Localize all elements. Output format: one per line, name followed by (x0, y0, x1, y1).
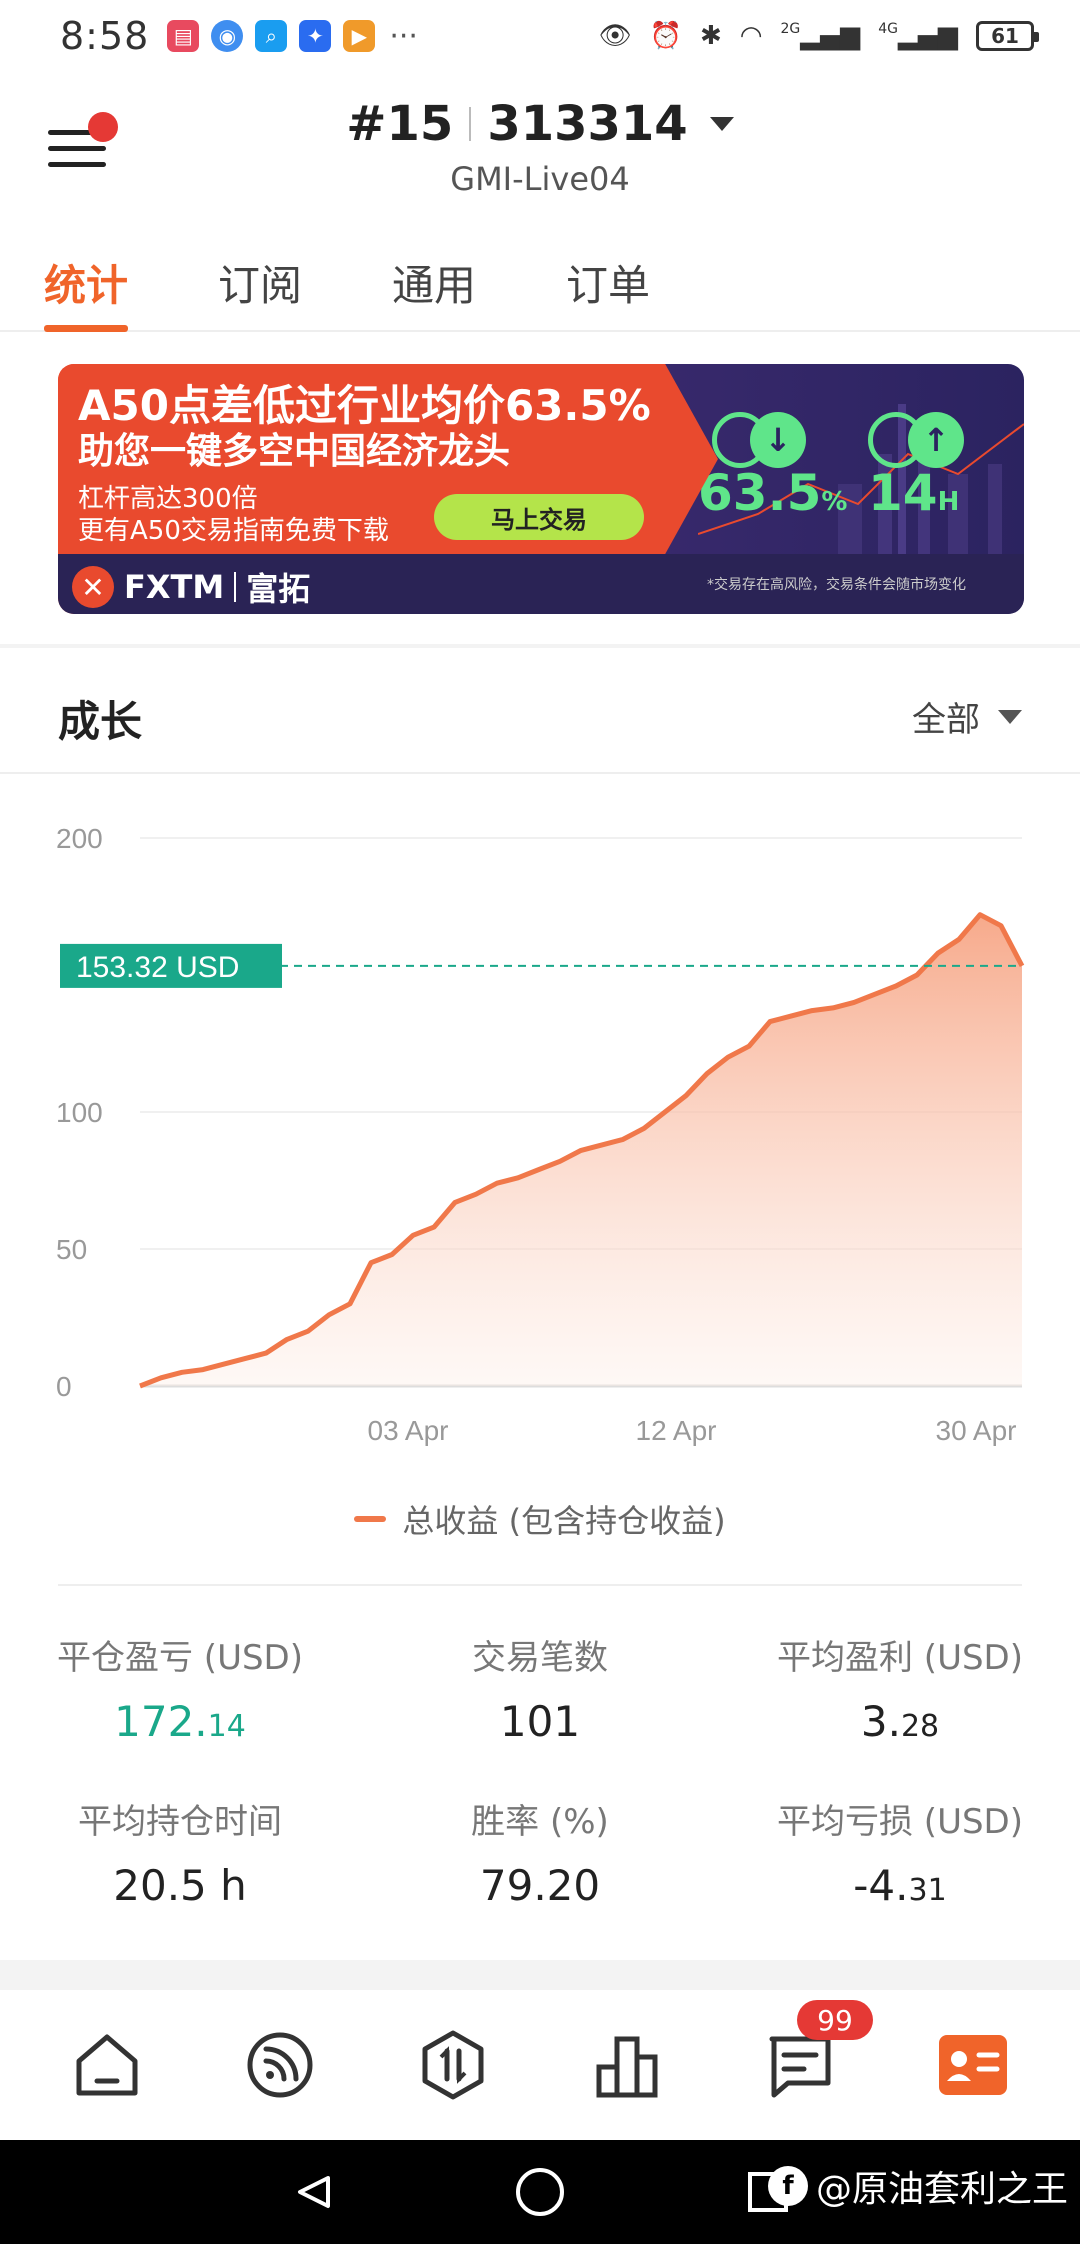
browser-app-icon: ◉ (211, 20, 244, 52)
signal-2g-icon: 2G▂▄▆ (780, 21, 861, 51)
wifi-icon: ◠ (739, 21, 763, 51)
unread-badge: 99 (796, 2000, 873, 2040)
fxtm-x-icon: ✕ (72, 566, 114, 608)
nav-messages[interactable]: 99 (755, 2000, 873, 2110)
feed-icon (247, 2032, 313, 2098)
watermark: f @原油套利之王 (767, 2160, 1068, 2212)
y-tick-label: 100 (56, 1097, 103, 1128)
stat-label: 胜率 (%) (471, 1802, 609, 1842)
notification-icons: ▤ ◉ ⌕ ✦ ▶ (167, 20, 376, 52)
stat-avg-profit: 平均盈利 (USD) 3.28 (720, 1630, 1080, 1746)
legend-label: 总收益 (包含持仓收益) (402, 1502, 726, 1540)
nav-ranking[interactable] (582, 2020, 672, 2110)
system-nav-bar: f @原油套利之王 (0, 2140, 1080, 2244)
stat-closed-pnl: 平仓盈亏 (USD) 172.14 (0, 1630, 360, 1746)
period-filter-label: 全部 (912, 700, 980, 740)
nav-feed[interactable] (235, 2020, 325, 2110)
book-app-icon: ▤ (167, 20, 200, 52)
search-app-icon: ⌕ (255, 20, 288, 52)
stat-label: 平均持仓时间 (78, 1802, 282, 1842)
stat-trade-count: 交易笔数 101 (360, 1630, 720, 1746)
x-tick-label: 30 Apr (936, 1415, 1017, 1446)
home-circle-icon[interactable] (516, 2168, 564, 2216)
ad-banner[interactable]: ↓ ↑ 63.5% 14H A50点差低过行业均价63.5% 助您一键多空中国经… (58, 364, 1024, 614)
signal-4g-icon: 4G▂▄▆ (878, 21, 958, 51)
section-divider (0, 644, 1080, 648)
stat-value: 101 (499, 1697, 581, 1746)
app-header: #15 313314 GMI-Live04 (0, 72, 1080, 212)
arrow-down-icon: ↓ (750, 412, 806, 468)
banner-text-panel: A50点差低过行业均价63.5% 助您一键多空中国经济龙头 杠杆高达300倍 更… (58, 364, 718, 554)
current-value-label: 153.32 USD (76, 951, 239, 984)
battery-icon: 61 (976, 21, 1039, 51)
tab-orders[interactable]: 订单 (566, 232, 650, 332)
stat-value: 172.14 (114, 1697, 246, 1746)
divider (0, 772, 1080, 774)
system-icons: 👁 ⏰ ✱ ◠ 2G▂▄▆ 4G▂▄▆ 61 (598, 21, 1039, 51)
period-filter[interactable]: 全部 (912, 692, 1022, 741)
banner-disclaimer: *交易存在高风险，交易条件会随市场变化 (707, 577, 966, 593)
section-divider (0, 1960, 1080, 1990)
stat-value: 3.28 (860, 1697, 940, 1746)
stat-win-rate: 胜率 (%) 79.20 (360, 1794, 720, 1910)
account-selector[interactable]: #15 313314 GMI-Live04 (0, 96, 1080, 198)
bluetooth-icon: ✱ (699, 21, 722, 51)
bottom-nav: 99 (0, 1990, 1080, 2140)
alarm-icon: ⏰ (649, 21, 682, 51)
more-notifications-icon: ··· (389, 18, 418, 54)
nav-trade[interactable] (408, 2020, 498, 2110)
growth-title: 成长 (58, 697, 143, 746)
tab-general[interactable]: 通用 (392, 232, 476, 332)
stat-value: -4.31 (853, 1861, 947, 1910)
stat-label: 平均亏损 (USD) (777, 1802, 1023, 1842)
y-tick-label: 200 (56, 823, 103, 854)
banner-footer: ✕ FXTM 富拓 *交易存在高风险，交易条件会随市场变化 (58, 554, 1024, 614)
platform-logo-icon: f (767, 2166, 808, 2206)
account-number: #15 (346, 96, 454, 152)
back-icon[interactable] (298, 2176, 330, 2208)
trade-icon (422, 2030, 484, 2100)
nav-home[interactable] (62, 2020, 152, 2110)
eye-icon: 👁 (598, 21, 632, 51)
nav-profile[interactable] (928, 2020, 1018, 2110)
growth-chart-svg: 200 100 50 0 153.32 USD 03 Apr 12 Apr 30 Apr (56, 823, 1025, 1446)
divider (58, 1584, 1022, 1586)
status-time: 8:58 (60, 14, 150, 58)
home-icon (76, 2034, 138, 2096)
profile-card-icon (939, 2035, 1008, 2095)
stat-value: 79.20 (479, 1861, 601, 1910)
y-tick-label: 50 (56, 1234, 87, 1265)
banner-stat-spread: 63.5% (698, 464, 848, 522)
tab-statistics[interactable]: 统计 (44, 232, 129, 332)
stat-value: 20.5 h (113, 1861, 247, 1910)
fxtm-logo: ✕ FXTM 富拓 (72, 564, 310, 610)
arrow-up-icon: ↑ (908, 412, 964, 468)
stat-avg-hold-time: 平均持仓时间 20.5 h (0, 1794, 360, 1910)
tab-subscribe[interactable]: 订阅 (218, 232, 302, 332)
growth-chart[interactable]: 200 100 50 0 153.32 USD 03 Apr 12 Apr 30 Apr (0, 790, 1080, 1490)
server-name: GMI-Live04 (450, 160, 630, 198)
legend-swatch (354, 1516, 387, 1522)
status-bar: 8:58 ▤ ◉ ⌕ ✦ ▶ ··· 👁 ⏰ ✱ ◠ 2G▂▄▆ 4G▂▄▆ 6… (0, 0, 1080, 72)
banner-line2: 更有A50交易指南免费下载 (78, 516, 389, 546)
x-tick-label: 12 Apr (636, 1415, 717, 1446)
bulb-app-icon: ✦ (299, 20, 332, 52)
tab-bar: 统计 订阅 通用 订单 (0, 232, 1080, 332)
account-id: 313314 (487, 96, 688, 152)
banner-stat-hours: 14H (868, 464, 960, 522)
banner-subheadline: 助您一键多空中国经济龙头 (78, 431, 511, 472)
stat-label: 交易笔数 (472, 1638, 608, 1678)
stat-label: 平仓盈亏 (USD) (57, 1638, 303, 1678)
x-tick-label: 03 Apr (368, 1415, 449, 1446)
y-tick-label: 0 (56, 1371, 72, 1402)
stat-avg-loss: 平均亏损 (USD) -4.31 (720, 1794, 1080, 1910)
video-app-icon: ▶ (343, 20, 376, 52)
banner-trade-button[interactable]: 马上交易 (434, 494, 644, 540)
chevron-down-icon (709, 117, 734, 131)
chart-legend[interactable]: 总收益 (包含持仓收益) (0, 1496, 1080, 1542)
ranking-icon (596, 2036, 658, 2098)
chevron-down-icon (998, 709, 1022, 724)
stat-label: 平均盈利 (USD) (777, 1638, 1023, 1678)
